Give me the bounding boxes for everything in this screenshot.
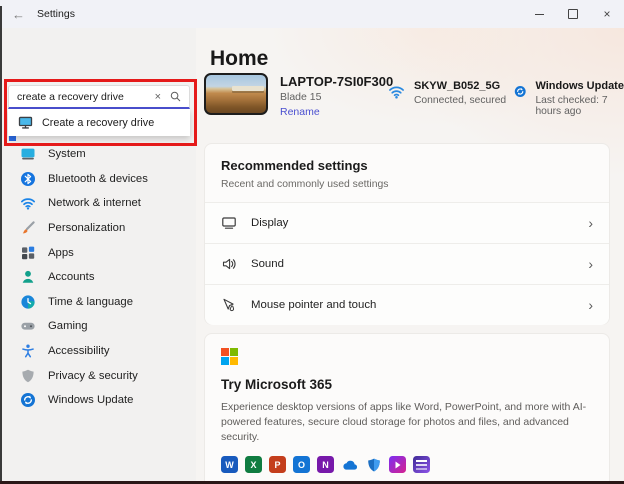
- window-controls: ×: [522, 0, 624, 28]
- row-sound[interactable]: Sound ›: [205, 243, 609, 284]
- designer-icon: [413, 456, 430, 474]
- sidebar-item-label: Privacy & security: [48, 369, 138, 382]
- sidebar-item-gaming[interactable]: Gaming: [0, 314, 196, 339]
- main-content: Home LAPTOP-7SI0F300 Blade 15 Rename SKY…: [196, 28, 624, 484]
- shield-icon: [22, 369, 34, 382]
- sidebar-item-accounts[interactable]: Accounts: [0, 265, 196, 290]
- chevron-right-icon: ›: [588, 297, 593, 313]
- sidebar-item-personalization[interactable]: Personalization: [0, 216, 196, 241]
- device-name: LAPTOP-7SI0F300: [280, 74, 394, 89]
- network-status-group[interactable]: SKYW_B052_5G Connected, secured: [388, 80, 506, 106]
- display-icon: [222, 217, 236, 229]
- settings-search-box: ×: [8, 85, 190, 109]
- bluetooth-icon: [21, 171, 35, 186]
- microsoft-365-card: Try Microsoft 365 Experience desktop ver…: [204, 333, 610, 484]
- microsoft-logo: [221, 348, 593, 365]
- powerpoint-icon: P: [269, 456, 286, 474]
- search-icon[interactable]: [168, 91, 189, 102]
- search-input[interactable]: [9, 90, 148, 103]
- sidebar-item-label: Accessibility: [48, 345, 110, 358]
- sidebar-item-accessibility[interactable]: Accessibility: [0, 339, 196, 364]
- recovery-drive-icon: [18, 116, 33, 129]
- minimize-icon: [534, 13, 544, 15]
- window-title: Settings: [37, 8, 75, 20]
- sidebar-nav: System Bluetooth & devices Network & int…: [0, 142, 196, 413]
- windows-update-icon: [514, 86, 526, 97]
- row-label: Display: [251, 217, 289, 229]
- onedrive-icon: [341, 456, 358, 473]
- wifi-icon: [20, 198, 36, 211]
- sidebar-item-label: Bluetooth & devices: [48, 172, 148, 185]
- chevron-right-icon: ›: [588, 215, 593, 231]
- row-label: Mouse pointer and touch: [251, 299, 377, 311]
- defender-icon: [365, 456, 382, 473]
- accessibility-person-icon: [22, 344, 34, 358]
- sidebar-item-apps[interactable]: Apps: [0, 240, 196, 265]
- partially-hidden-sidebar-icon: [9, 136, 16, 141]
- suggestion-label: Create a recovery drive: [42, 116, 155, 129]
- m365-app-icons: W X P O N: [221, 456, 593, 474]
- gamepad-icon: [21, 323, 35, 331]
- sidebar-item-label: Windows Update: [48, 394, 134, 407]
- clipchamp-icon: [389, 456, 406, 474]
- sound-icon: [222, 258, 236, 270]
- person-icon: [22, 271, 34, 284]
- wifi-ssid: SKYW_B052_5G: [414, 80, 501, 92]
- chevron-right-icon: ›: [588, 256, 593, 272]
- sidebar-item-label: Accounts: [48, 271, 95, 284]
- sidebar-item-network[interactable]: Network & internet: [0, 191, 196, 216]
- apps-grid-icon: [22, 246, 35, 259]
- search-suggestion-create-recovery-drive[interactable]: Create a recovery drive: [8, 109, 190, 136]
- sidebar-item-label: Apps: [48, 246, 74, 259]
- maximize-button[interactable]: [556, 0, 590, 28]
- mouse-pointer-touch-icon: [223, 298, 235, 312]
- close-button[interactable]: ×: [590, 0, 624, 28]
- recommended-header: Recommended settings Recent and commonly…: [205, 144, 609, 190]
- clear-search-icon[interactable]: ×: [148, 91, 168, 103]
- sidebar-item-system[interactable]: System: [0, 142, 196, 167]
- sidebar-item-label: Network & internet: [48, 197, 141, 210]
- sidebar-item-time-language[interactable]: Time & language: [0, 290, 196, 315]
- device-info: LAPTOP-7SI0F300 Blade 15 Rename: [280, 74, 393, 118]
- word-icon: W: [221, 456, 238, 474]
- sidebar-item-label: Time & language: [48, 295, 133, 308]
- recommended-subtitle: Recent and commonly used settings: [221, 179, 389, 190]
- sidebar-item-windows-update[interactable]: Windows Update: [0, 388, 196, 413]
- update-icon: [21, 393, 35, 408]
- update-status: Last checked: 7 hours ago: [535, 95, 608, 117]
- clock-globe-icon: [21, 295, 35, 309]
- rename-link[interactable]: Rename: [280, 106, 393, 118]
- recommended-settings-card: Recommended settings Recent and commonly…: [204, 143, 610, 325]
- row-label: Sound: [251, 258, 284, 270]
- wifi-icon: [389, 86, 404, 99]
- m365-title: Try Microsoft 365: [221, 376, 333, 392]
- sidebar-item-label: System: [48, 148, 86, 161]
- sidebar-item-privacy[interactable]: Privacy & security: [0, 363, 196, 388]
- row-mouse-pointer-touch[interactable]: Mouse pointer and touch ›: [205, 284, 609, 325]
- m365-description: Experience desktop versions of apps like…: [221, 400, 587, 443]
- sidebar-item-label: Gaming: [48, 320, 88, 333]
- page-title: Home: [210, 47, 269, 71]
- title-bar: ← Settings ×: [0, 0, 624, 28]
- device-model: Blade 15: [280, 91, 322, 103]
- minimize-button[interactable]: [522, 0, 556, 28]
- excel-icon: X: [245, 456, 262, 474]
- back-button[interactable]: ←: [12, 8, 25, 21]
- recommended-rows: Display › Sound › Mouse pointer and touc…: [205, 202, 609, 325]
- settings-window: ← Settings × System Bluetooth & devices …: [0, 0, 624, 484]
- update-title: Windows Update: [535, 80, 624, 92]
- row-display[interactable]: Display ›: [205, 202, 609, 243]
- wifi-status: Connected, secured: [414, 95, 507, 106]
- device-thumbnail: [204, 73, 268, 115]
- windows-update-group[interactable]: Windows Update Last checked: 7 hours ago: [514, 80, 624, 117]
- outlook-icon: O: [293, 456, 310, 474]
- maximize-icon: [568, 9, 578, 19]
- sidebar-item-label: Personalization: [48, 222, 126, 235]
- onenote-icon: N: [317, 456, 334, 474]
- recommended-title: Recommended settings: [221, 158, 368, 173]
- brush-icon: [22, 221, 35, 234]
- sidebar-item-bluetooth[interactable]: Bluetooth & devices: [0, 167, 196, 192]
- screenshot-left-border: [0, 6, 2, 484]
- system-icon: [21, 148, 35, 160]
